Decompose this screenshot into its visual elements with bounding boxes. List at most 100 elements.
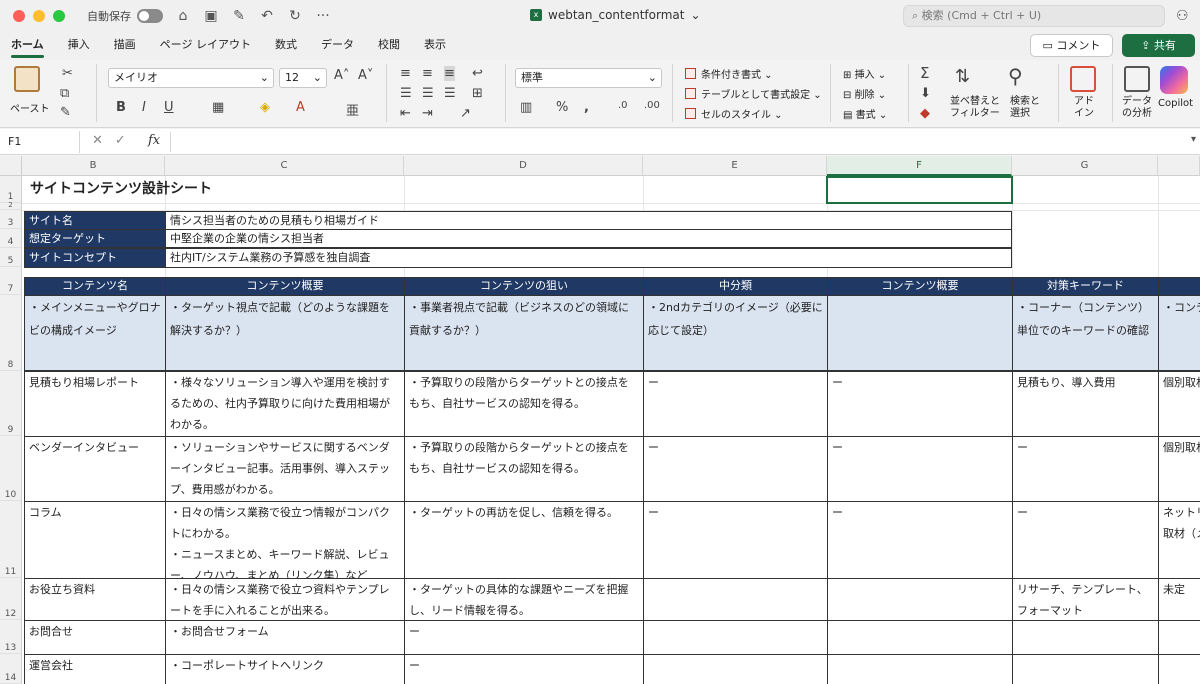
table-cell[interactable]: ・ターゲットの具体的な課題やニーズを把握し、リード情報を得る。 xyxy=(404,578,644,621)
sort-filter-label[interactable]: 並べ替えと フィルター xyxy=(950,96,1000,120)
copy-icon[interactable]: ⧉ xyxy=(60,86,69,101)
row-header-5[interactable]: 5 xyxy=(0,248,22,267)
tab-page-layout[interactable]: ページ レイアウト xyxy=(160,32,251,60)
table-cell[interactable]: 未定 xyxy=(1158,578,1200,621)
header-col-h[interactable] xyxy=(1158,277,1200,296)
font-name-select[interactable]: メイリオ ⌄ xyxy=(108,68,274,88)
table-cell[interactable] xyxy=(1158,620,1200,655)
sheet-title[interactable]: サイトコンテンツ設計シート xyxy=(24,176,404,203)
table-cell[interactable]: ・予算取りの段階からターゲットとの接点をもち、自社サービスの認知を得る。 xyxy=(404,371,644,437)
table-cell[interactable]: ・日々の情シス業務で役立つ情報がコンパクトにわかる。 ・ニュースまとめ、キーワー… xyxy=(165,501,405,579)
comment-button[interactable]: ▭ コメント xyxy=(1030,34,1113,57)
row-header-13[interactable]: 13 xyxy=(0,620,22,654)
info-value-site-name[interactable]: 情シス担当者のための見積もり相場ガイド xyxy=(165,211,1012,230)
insert-cells-button[interactable]: ⊞ 挿入 ⌄ xyxy=(843,66,886,81)
minimize-window-button[interactable] xyxy=(33,10,45,22)
name-box[interactable]: F1 xyxy=(0,131,80,153)
table-cell[interactable]: ・日々の情シス業務で役立つ資料やテンプレートを手に入れることが出来る。 xyxy=(165,578,405,621)
guide-col-h[interactable]: ・コンテ xyxy=(1158,295,1200,371)
table-cell[interactable] xyxy=(643,620,828,655)
paste-icon[interactable] xyxy=(14,66,40,92)
row-header-12[interactable]: 12 xyxy=(0,578,22,620)
underline-icon[interactable]: U xyxy=(164,100,174,115)
table-cell[interactable]: ー xyxy=(1012,436,1159,502)
table-cell[interactable]: お問合せ xyxy=(24,620,166,655)
row-header-14[interactable]: 14 xyxy=(0,654,22,684)
row-header-3[interactable]: 3 xyxy=(0,210,22,229)
align-right-icon[interactable]: ☰ xyxy=(444,86,456,101)
merge-icon[interactable]: ⊞ xyxy=(472,86,483,101)
expand-formula-icon[interactable]: ▾ xyxy=(1191,134,1196,145)
column-header-C[interactable]: C xyxy=(165,156,404,176)
analyze-data-label[interactable]: データ の分析 xyxy=(1122,96,1152,120)
column-header-D[interactable]: D xyxy=(404,156,643,176)
table-cell[interactable]: ・予算取りの段階からターゲットとの接点をもち、自社サービスの認知を得る。 xyxy=(404,436,644,502)
increase-decimal-icon[interactable]: .0 xyxy=(618,100,628,111)
save-as-icon[interactable]: ✎ xyxy=(231,8,247,24)
phonetic-icon[interactable]: 亜 xyxy=(346,100,359,119)
font-color-icon[interactable]: A xyxy=(296,100,305,115)
decrease-decimal-icon[interactable]: .00 xyxy=(644,100,660,111)
table-format-button[interactable]: テーブルとして書式設定 ⌄ xyxy=(685,86,822,101)
table-cell[interactable]: 個別取材 xyxy=(1158,371,1200,437)
close-window-button[interactable] xyxy=(13,10,25,22)
table-cell[interactable]: ・お問合せフォーム xyxy=(165,620,405,655)
table-cell[interactable]: ー xyxy=(827,501,1013,579)
guide-keywords[interactable]: ・コーナー（コンテンツ）単位でのキーワードの確認 xyxy=(1012,295,1159,371)
table-cell[interactable]: ・ターゲットの再訪を促し、信頼を得る。 xyxy=(404,501,644,579)
font-size-select[interactable]: 12 ⌄ xyxy=(279,68,327,88)
sum-icon[interactable]: Σ xyxy=(920,64,929,82)
table-cell[interactable]: ー xyxy=(827,436,1013,502)
align-top-icon[interactable]: ≡ xyxy=(400,66,411,81)
table-cell[interactable]: ・ソリューションやサービスに関するベンダーインタビュー記事。活用事例、導入ステッ… xyxy=(165,436,405,502)
format-painter-icon[interactable]: ✎ xyxy=(60,105,71,120)
addins-icon[interactable] xyxy=(1070,66,1096,92)
wrap-text-icon[interactable]: ↩ xyxy=(472,66,483,81)
table-cell[interactable]: 見積もり、導入費用 xyxy=(1012,371,1159,437)
indent-increase-icon[interactable]: ⇥ xyxy=(422,106,433,121)
header-mid-category[interactable]: 中分類 xyxy=(643,277,828,296)
header-content-summary-2[interactable]: コンテンツ概要 xyxy=(827,277,1013,296)
formula-input[interactable] xyxy=(170,132,1186,152)
tab-review[interactable]: 校閲 xyxy=(378,32,400,60)
cell-style-button[interactable]: セルのスタイル ⌄ xyxy=(685,106,783,121)
guide-mid-category[interactable]: ・2ndカテゴリのイメージ（必要に応じて設定） xyxy=(643,295,828,371)
search-input[interactable]: ⌕ 検索 (Cmd + Ctrl + U) xyxy=(903,5,1165,27)
bold-icon[interactable]: B xyxy=(116,100,126,115)
table-cell[interactable] xyxy=(1012,654,1159,684)
analyze-data-icon[interactable] xyxy=(1124,66,1150,92)
column-header-E[interactable]: E xyxy=(643,156,827,176)
table-cell[interactable] xyxy=(1012,620,1159,655)
row-header-7[interactable]: 7 xyxy=(0,267,22,295)
copilot-icon[interactable] xyxy=(1160,66,1188,94)
table-cell[interactable]: 見積もり相場レポート xyxy=(24,371,166,437)
cut-icon[interactable]: ✂ xyxy=(62,66,73,81)
find-select-label[interactable]: 検索と 選択 xyxy=(1010,96,1040,120)
table-cell[interactable]: ー xyxy=(404,620,644,655)
table-cell[interactable]: ー xyxy=(404,654,644,684)
row-header-1[interactable]: 1 xyxy=(0,176,22,203)
tab-data[interactable]: データ xyxy=(321,32,354,60)
home-icon[interactable]: ⌂ xyxy=(175,8,191,24)
share-button[interactable]: ⇪ 共有 xyxy=(1122,34,1195,57)
document-title[interactable]: x webtan_contentformat ⌄ xyxy=(530,8,701,22)
table-cell[interactable] xyxy=(643,578,828,621)
table-cell[interactable]: コラム xyxy=(24,501,166,579)
format-cells-button[interactable]: ▤ 書式 ⌄ xyxy=(843,106,887,121)
row-header-4[interactable]: 4 xyxy=(0,229,22,248)
delete-cells-button[interactable]: ⊟ 削除 ⌄ xyxy=(843,86,886,101)
table-cell[interactable]: 個別取材 xyxy=(1158,436,1200,502)
table-cell[interactable]: ベンダーインタビュー xyxy=(24,436,166,502)
guide-content-aim[interactable]: ・事業者視点で記載（ビジネスのどの領域に貢献するか？） xyxy=(404,295,644,371)
info-value-concept[interactable]: 社内IT/システム業務の予算感を独自調査 xyxy=(165,248,1012,268)
undo-icon[interactable]: ↶ xyxy=(259,8,275,24)
tab-home[interactable]: ホーム xyxy=(11,32,44,60)
table-cell[interactable]: ー xyxy=(643,501,828,579)
table-cell[interactable]: ー xyxy=(1012,501,1159,579)
comma-icon[interactable]: , xyxy=(584,100,589,115)
table-cell[interactable] xyxy=(1158,654,1200,684)
zoom-window-button[interactable] xyxy=(53,10,65,22)
worksheet-grid[interactable]: B C D E F G 1 2 3 4 5 7 8 9 10 11 12 13 … xyxy=(0,156,1200,684)
column-header-F[interactable]: F xyxy=(827,156,1012,176)
clear-icon[interactable]: ◆ xyxy=(920,106,930,121)
